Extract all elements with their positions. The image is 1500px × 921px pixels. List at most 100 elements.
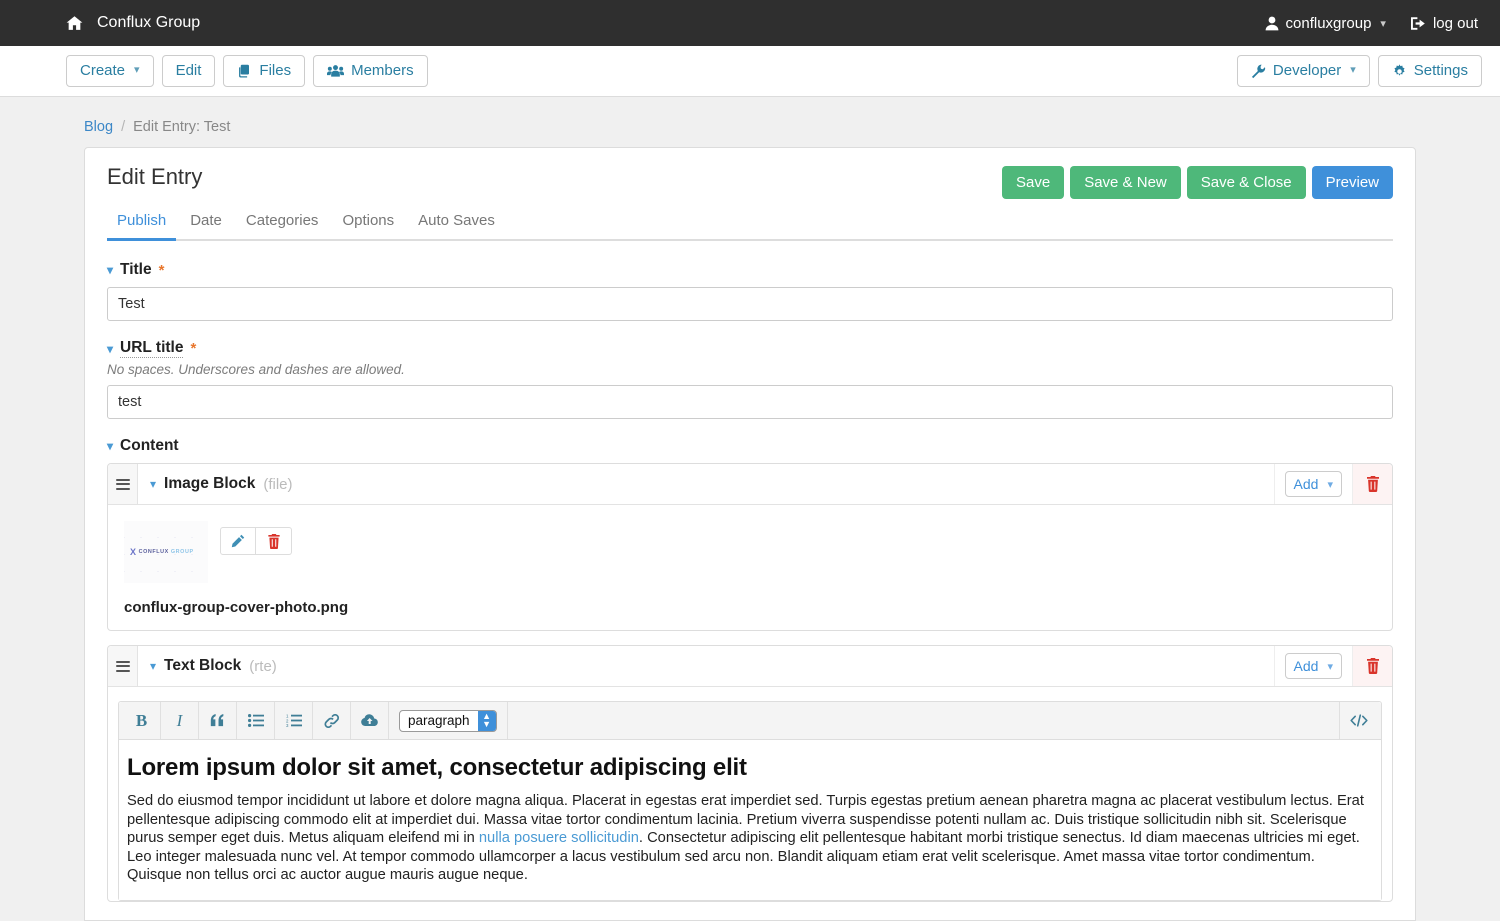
- settings-button[interactable]: Settings: [1377, 54, 1482, 88]
- settings-button-label: Settings: [1413, 61, 1468, 79]
- files-icon: [237, 64, 252, 79]
- gear-icon: [1392, 63, 1407, 79]
- account-label: confluxgroup: [1285, 14, 1372, 32]
- rte-inline-link[interactable]: nulla posuere sollicitudin: [479, 830, 639, 846]
- field-url-title-label-row: ▾ URL title *: [107, 339, 1393, 358]
- edit-file-button[interactable]: [220, 527, 256, 555]
- field-url-title-hint: No spaces. Underscores and dashes are al…: [107, 362, 405, 377]
- format-select[interactable]: paragraph ▲ ▼: [399, 709, 497, 732]
- block-name: Image Block: [164, 475, 256, 492]
- content-block-image: ▾ Image Block (file) Add ▾ X CONFLUX GRO…: [107, 463, 1393, 631]
- drag-handle-icon[interactable]: [108, 646, 138, 686]
- tab-date[interactable]: Date: [180, 206, 232, 241]
- trash-icon: [267, 533, 280, 549]
- logout-icon: [1410, 16, 1426, 31]
- rte-content[interactable]: Lorem ipsum dolor sit amet, consectetur …: [119, 740, 1381, 900]
- field-content-label-row: ▾ Content: [107, 437, 1393, 455]
- create-button[interactable]: Create ▾: [66, 54, 154, 88]
- chevron-down-icon[interactable]: ▾: [150, 660, 156, 672]
- field-title-label-row: ▾ Title *: [107, 261, 1393, 279]
- delete-block-button[interactable]: [1352, 646, 1392, 686]
- chevron-down-icon[interactable]: ▾: [150, 478, 156, 490]
- rte-toolbar-right: [1339, 702, 1377, 739]
- add-block-button[interactable]: Add ▾: [1284, 471, 1342, 497]
- panel-body: ▾ Title * ▾ URL title * No spaces. Under…: [85, 241, 1415, 902]
- upload-cloud-icon[interactable]: [351, 702, 389, 739]
- block-type: (rte): [249, 657, 277, 675]
- home-icon[interactable]: [66, 15, 83, 32]
- account-menu[interactable]: confluxgroup ▾: [1265, 15, 1386, 32]
- block-name: Text Block: [164, 657, 242, 674]
- content-blocks: ▾ Image Block (file) Add ▾ X CONFLUX GRO…: [107, 463, 1393, 902]
- create-button-label: Create: [80, 61, 126, 79]
- developer-button-label: Developer: [1272, 61, 1342, 79]
- top-bar-left: Conflux Group: [66, 14, 200, 32]
- edit-button-label: Edit: [175, 61, 202, 79]
- code-icon[interactable]: [1339, 702, 1377, 739]
- add-block-label: Add: [1293, 658, 1319, 674]
- logout-button[interactable]: log out: [1410, 15, 1478, 32]
- link-icon[interactable]: [313, 702, 351, 739]
- panel-actions: Save Save & New Save & Close Preview: [1002, 166, 1393, 199]
- tab-categories[interactable]: Categories: [236, 206, 329, 241]
- block-header: ▾ Image Block (file) Add ▾: [108, 464, 1392, 505]
- remove-file-button[interactable]: [256, 527, 292, 555]
- block-header-actions: Add ▾: [1273, 646, 1392, 686]
- save-and-close-button[interactable]: Save & Close: [1186, 166, 1306, 199]
- breadcrumb-current: Edit Entry: Test: [133, 119, 231, 135]
- delete-block-button[interactable]: [1352, 464, 1392, 504]
- svg-text:3: 3: [286, 723, 289, 727]
- rte-toolbar: B I 123 paragraph ▲ ▼: [119, 702, 1381, 740]
- italic-icon[interactable]: I: [161, 702, 199, 739]
- chevron-down-icon: ▾: [1350, 64, 1356, 77]
- edit-entry-panel: Edit Entry Save Save & New Save & Close …: [84, 147, 1416, 921]
- tab-publish[interactable]: Publish: [107, 206, 177, 241]
- developer-button[interactable]: Developer ▾: [1236, 54, 1370, 88]
- content-block-text: ▾ Text Block (rte) Add ▾ B I 1 2 3 parag…: [107, 645, 1393, 902]
- blockquote-icon[interactable]: [199, 702, 237, 739]
- members-button[interactable]: Members: [313, 54, 428, 88]
- entry-tabs: Publish Date Categories Options Auto Sav…: [107, 206, 1393, 241]
- top-bar-right: confluxgroup ▾ log out: [1265, 15, 1478, 32]
- chevron-down-icon: ▾: [1327, 660, 1333, 673]
- chevron-down-icon: ▾: [134, 64, 140, 77]
- panel-header: Edit Entry Save Save & New Save & Close …: [85, 148, 1415, 241]
- url-title-input[interactable]: [107, 385, 1393, 419]
- chevron-down-icon[interactable]: ▾: [107, 264, 113, 276]
- field-title: ▾ Title *: [107, 261, 1393, 321]
- rte-heading: Lorem ipsum dolor sit amet, consectetur …: [127, 754, 747, 781]
- unordered-list-icon[interactable]: [237, 702, 275, 739]
- wrench-icon: [1251, 64, 1266, 79]
- site-name: Conflux Group: [97, 14, 201, 31]
- files-button-label: Files: [259, 61, 292, 79]
- breadcrumb-separator: /: [121, 119, 126, 135]
- logo-text-a: CONFLUX: [138, 549, 169, 555]
- save-and-new-button[interactable]: Save & New: [1070, 166, 1181, 199]
- toolbar-right-group: Developer ▾ Settings: [1236, 54, 1482, 88]
- logout-label: log out: [1432, 14, 1478, 32]
- save-button[interactable]: Save: [1002, 166, 1065, 199]
- file-name: conflux-group-cover-photo.png: [124, 599, 349, 616]
- preview-button[interactable]: Preview: [1311, 166, 1393, 199]
- format-select-value: paragraph: [408, 713, 470, 728]
- drag-handle-icon[interactable]: [108, 464, 138, 504]
- tab-auto-saves[interactable]: Auto Saves: [408, 206, 505, 241]
- breadcrumb-link-blog[interactable]: Blog: [84, 119, 113, 135]
- title-input[interactable]: [107, 287, 1393, 321]
- ordered-list-icon[interactable]: 123: [275, 702, 313, 739]
- bold-icon[interactable]: B: [123, 702, 161, 739]
- chevron-down-icon[interactable]: ▾: [107, 440, 113, 452]
- add-button-wrap: Add ▾: [1273, 464, 1352, 504]
- edit-button[interactable]: Edit: [161, 54, 216, 88]
- rte-toolbar-left: B I 123 paragraph ▲ ▼: [123, 702, 508, 739]
- chevron-down-icon: ▾: [1380, 17, 1386, 30]
- trash-icon: [1366, 658, 1379, 674]
- trash-icon: [1366, 476, 1379, 492]
- add-block-button[interactable]: Add ▾: [1284, 653, 1342, 679]
- main-toolbar: Create ▾ Edit Files Members Developer ▾: [0, 46, 1500, 97]
- toolbar-left-group: Create ▾ Edit Files Members: [66, 54, 428, 88]
- chevron-down-icon[interactable]: ▾: [107, 343, 113, 355]
- files-button[interactable]: Files: [223, 54, 306, 88]
- tab-options[interactable]: Options: [332, 206, 404, 241]
- file-thumbnail[interactable]: X CONFLUX GROUP: [124, 521, 208, 583]
